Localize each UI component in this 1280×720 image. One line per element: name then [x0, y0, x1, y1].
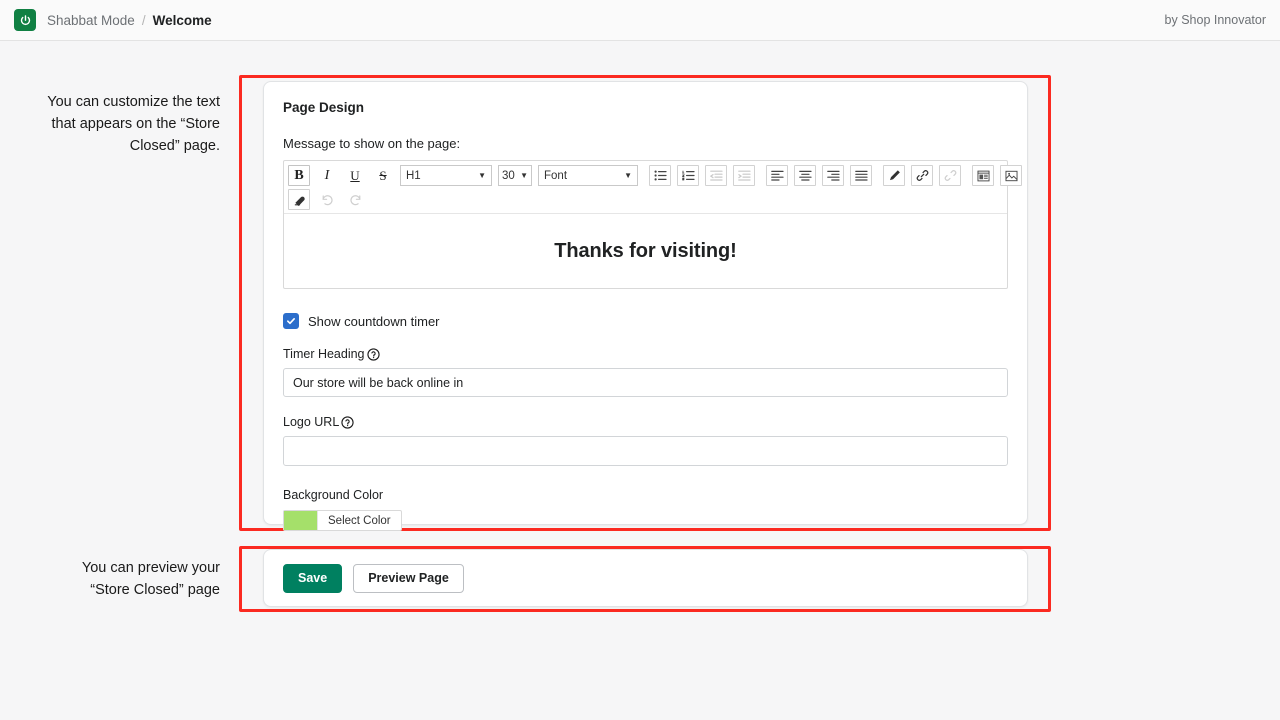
background-color-control[interactable]: Select Color — [283, 510, 402, 531]
align-justify-button[interactable] — [850, 165, 872, 186]
chevron-down-icon: ▼ — [470, 171, 486, 180]
logo-url-label-row: Logo URL — [283, 415, 1008, 429]
italic-label: I — [325, 168, 330, 184]
show-countdown-timer-label: Show countdown timer — [308, 314, 440, 329]
message-field-label: Message to show on the page: — [283, 136, 1008, 151]
font-size-select[interactable]: 30 ▼ — [498, 165, 532, 186]
editor-content-text: Thanks for visiting! — [554, 240, 736, 263]
highlighter-button[interactable] — [883, 165, 905, 186]
editor-content-area[interactable]: Thanks for visiting! — [284, 214, 1007, 288]
annotation-page-design: You can customize the text that appears … — [40, 92, 220, 157]
toolbar-row-secondary — [288, 189, 1003, 210]
align-right-button[interactable] — [822, 165, 844, 186]
heading-select-value: H1 — [406, 170, 421, 182]
editor-toolbar: B I U S H1 ▼ 30 — [284, 161, 1007, 214]
font-select-value: Font — [544, 170, 567, 182]
logo-url-input[interactable] — [283, 436, 1008, 466]
annotation-preview: You can preview your “Store Closed” page — [40, 558, 220, 602]
breadcrumb: Shabbat Mode / Welcome — [47, 13, 212, 28]
page-title: Page Design — [283, 100, 1008, 115]
page-design-card: Page Design Message to show on the page:… — [263, 81, 1028, 525]
ordered-list-button[interactable] — [677, 165, 699, 186]
breadcrumb-app-name[interactable]: Shabbat Mode — [47, 13, 135, 28]
bold-label: B — [294, 168, 303, 184]
underline-label: U — [350, 168, 359, 184]
color-swatch[interactable] — [284, 511, 317, 530]
footer-actions-card: Save Preview Page — [263, 549, 1028, 607]
rich-text-editor: B I U S H1 ▼ 30 — [283, 160, 1008, 289]
strikethrough-label: S — [379, 168, 386, 184]
redo-button[interactable] — [344, 189, 366, 210]
clear-formatting-button[interactable] — [288, 189, 310, 210]
italic-button[interactable]: I — [316, 165, 338, 186]
power-icon — [14, 9, 36, 31]
bold-button[interactable]: B — [288, 165, 310, 186]
outdent-button[interactable] — [705, 165, 727, 186]
insert-image-button[interactable] — [1000, 165, 1022, 186]
help-icon[interactable] — [367, 348, 380, 361]
timer-heading-label: Timer Heading — [283, 347, 365, 361]
heading-select[interactable]: H1 ▼ — [400, 165, 492, 186]
undo-button[interactable] — [316, 189, 338, 210]
show-countdown-timer-row[interactable]: Show countdown timer — [283, 313, 1008, 329]
save-button[interactable]: Save — [283, 564, 342, 593]
align-center-button[interactable] — [794, 165, 816, 186]
breadcrumb-separator: / — [142, 13, 146, 28]
indent-button[interactable] — [733, 165, 755, 186]
show-countdown-timer-checkbox[interactable] — [283, 313, 299, 329]
chevron-down-icon: ▼ — [518, 171, 528, 180]
insert-video-button[interactable] — [972, 165, 994, 186]
font-select[interactable]: Font ▼ — [538, 165, 638, 186]
align-left-button[interactable] — [766, 165, 788, 186]
breadcrumb-current-page: Welcome — [153, 13, 212, 28]
underline-button[interactable]: U — [344, 165, 366, 186]
help-icon[interactable] — [341, 416, 354, 429]
top-bar: Shabbat Mode / Welcome by Shop Innovator — [0, 0, 1280, 41]
strikethrough-button[interactable]: S — [372, 165, 394, 186]
developer-byline: by Shop Innovator — [1165, 13, 1266, 27]
preview-page-button[interactable]: Preview Page — [353, 564, 464, 593]
unlink-button[interactable] — [939, 165, 961, 186]
font-size-select-value: 30 — [502, 170, 515, 182]
timer-heading-label-row: Timer Heading — [283, 347, 1008, 361]
chevron-down-icon: ▼ — [616, 171, 632, 180]
unordered-list-button[interactable] — [649, 165, 671, 186]
select-color-button[interactable]: Select Color — [317, 511, 401, 530]
timer-heading-input[interactable] — [283, 368, 1008, 397]
toolbar-row-primary: B I U S H1 ▼ 30 — [288, 165, 1003, 186]
insert-link-button[interactable] — [911, 165, 933, 186]
background-color-label: Background Color — [283, 488, 1008, 502]
logo-url-label: Logo URL — [283, 415, 339, 429]
